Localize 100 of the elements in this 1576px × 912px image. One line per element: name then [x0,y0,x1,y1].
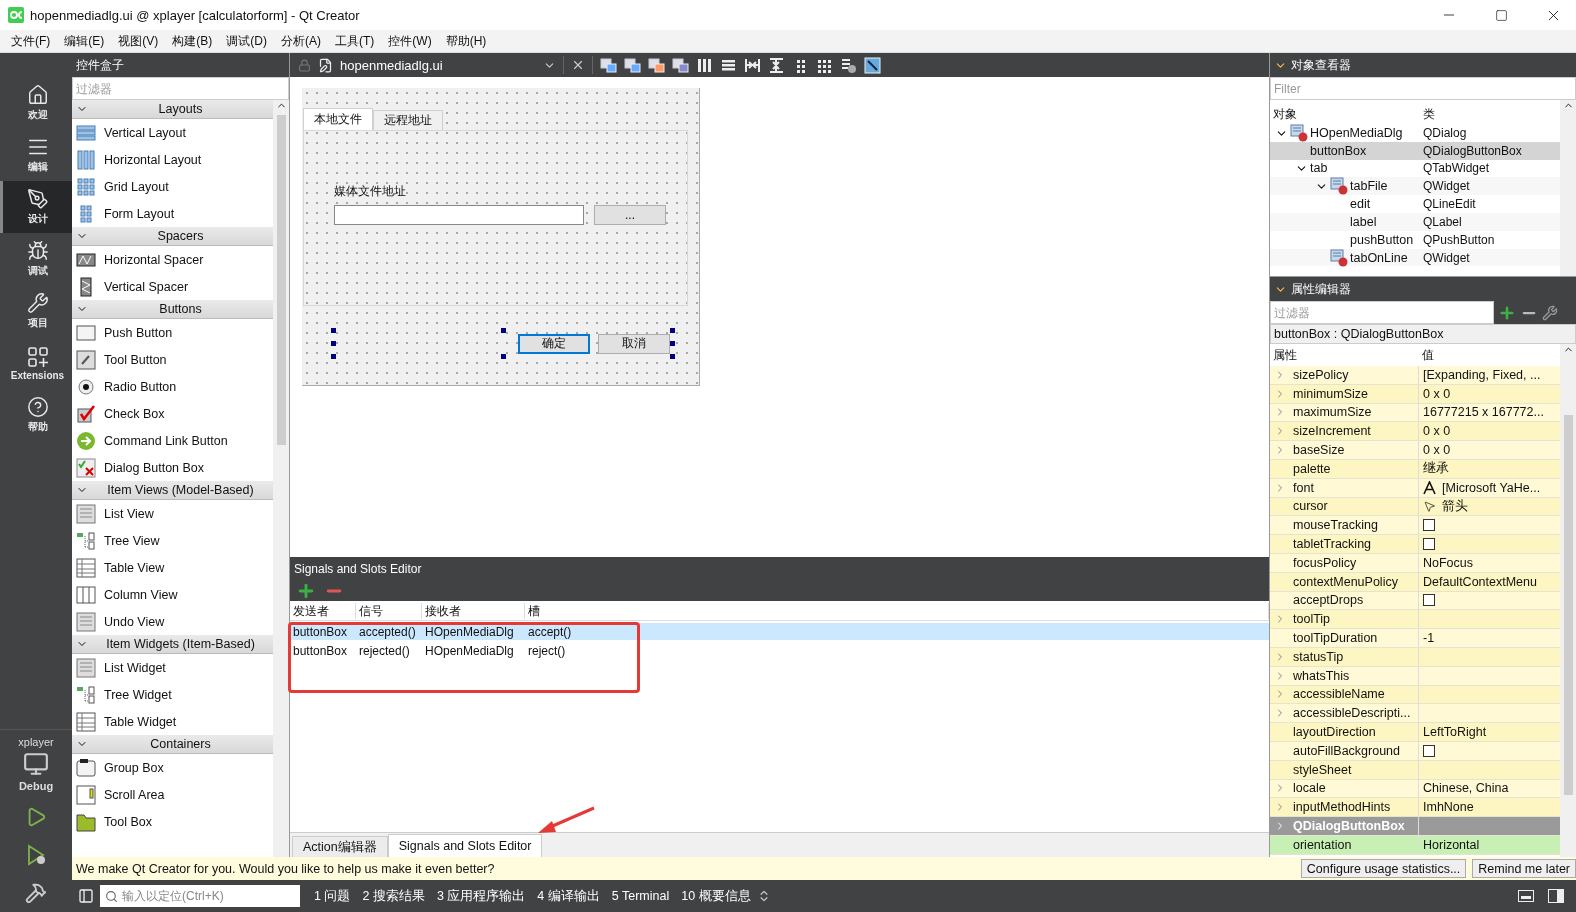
scrollbar[interactable] [1560,344,1576,857]
connection-row[interactable]: buttonBox rejected() HOpenMediaDlg reject() [290,642,1269,659]
path-field[interactable] [334,205,584,225]
column-header[interactable]: 值 [1419,346,1560,364]
selection-handle[interactable] [331,354,336,359]
output-pane-button[interactable]: 3 应用程序输出 [430,887,532,905]
category-header[interactable]: Item Widgets (Item-Based) [72,635,273,654]
mode-tab[interactable]: 编辑 [0,129,72,181]
widget-item[interactable]: Tree Widget [72,681,273,708]
widget-item[interactable]: List Widget [72,654,273,681]
column-header[interactable]: 类 [1420,106,1560,124]
info-button[interactable]: Configure usage statistics... [1300,859,1467,878]
editor-tab[interactable]: Action编辑器 [292,836,388,857]
dialog-button[interactable]: 取消 [598,333,670,354]
widget-item[interactable]: Tool Box [72,808,273,835]
form-tab[interactable]: 远程地址 [373,110,443,130]
scroll-thumb[interactable] [1563,415,1573,795]
mode-tab[interactable]: 设计 [0,181,72,233]
split-horizontal-icon[interactable] [744,56,761,74]
column-header[interactable]: 槽 [525,602,1269,619]
column-header[interactable]: 信号 [356,602,422,619]
column-header[interactable]: 发送者 [290,602,356,619]
split-vertical-icon[interactable] [768,56,785,74]
output-pane-button[interactable]: 2 搜索结果 [356,887,431,905]
menu-item[interactable]: 工具(T) [328,32,382,50]
widget-item[interactable]: Tree View [72,527,273,554]
selection-handle[interactable] [670,328,675,333]
widget-item[interactable]: Vertical Spacer [72,273,273,300]
locator-field[interactable]: 输入以定位(Ctrl+K) [100,885,300,907]
object-row[interactable]: tabFile QWidget [1270,177,1560,196]
selection-handle[interactable] [670,354,675,359]
output-pane-button[interactable]: 5 Terminal [605,889,676,903]
edit-signals-icon[interactable] [624,56,641,74]
selection-handle[interactable] [331,328,336,333]
menu-item[interactable]: 调试(D) [219,32,274,50]
widget-item[interactable]: Check Box [72,400,273,427]
filter-field[interactable]: 过滤器 [72,77,289,100]
checkbox[interactable] [1423,538,1435,551]
selection-handle[interactable] [501,328,506,333]
sidebar-right-icon[interactable] [1548,889,1564,903]
filter-field[interactable]: Filter [1270,77,1576,100]
category-header[interactable]: Layouts [72,100,273,119]
widget-item[interactable]: Dialog Button Box [72,454,273,481]
menu-item[interactable]: 构建(B) [165,32,220,50]
property-row[interactable]: layoutDirection LeftToRight [1270,723,1560,742]
scroll-thumb[interactable] [276,115,286,445]
widget-item[interactable]: Horizontal Spacer [72,246,273,273]
mode-tab[interactable]: 欢迎 [0,77,72,129]
filter-field[interactable]: 过滤器 [1270,301,1494,324]
menu-item[interactable]: 分析(A) [274,32,328,50]
widget-item[interactable]: Form Layout [72,200,273,227]
widget-item[interactable]: Radio Button [72,373,273,400]
widget-item[interactable]: Scroll Area [72,781,273,808]
hammer-icon[interactable] [25,882,47,904]
column-header[interactable]: 对象 [1270,106,1420,124]
column-header[interactable]: 接收者 [422,602,525,619]
break-layout-icon[interactable] [840,56,857,74]
close-icon[interactable] [571,58,585,72]
edit-tab-order-icon[interactable] [672,56,689,74]
property-row[interactable]: accessibleDescripti... [1270,704,1560,724]
category-header[interactable]: Containers [72,735,273,754]
property-row[interactable]: inputMethodHints ImhNone [1270,798,1560,818]
menu-item[interactable]: 帮助(H) [438,32,494,50]
columns-icon[interactable] [696,56,713,74]
property-row[interactable]: sizeIncrement 0 x 0 [1270,422,1560,442]
mode-tab[interactable]: Extensions [0,337,72,389]
property-row[interactable]: toolTip [1270,610,1560,630]
sidebar-toggle-icon[interactable] [78,888,94,904]
widget-item[interactable]: Grid Layout [72,173,273,200]
selection-handle[interactable] [501,354,506,359]
scrollbar[interactable] [1560,100,1576,276]
output-pane-button[interactable]: 4 编译输出 [531,887,606,905]
widget-item[interactable]: Horizontal Layout [72,146,273,173]
property-row[interactable]: mouseTracking [1270,516,1560,536]
checkbox[interactable] [1423,744,1435,757]
widget-item[interactable]: Group Box [72,754,273,781]
category-header[interactable]: Spacers [72,227,273,246]
property-row[interactable]: sizePolicy [Expanding, Fixed, ... [1270,366,1560,385]
menu-item[interactable]: 编辑(E) [57,32,112,50]
widget-item[interactable]: Table View [72,554,273,581]
property-row[interactable]: toolTipDuration -1 [1270,629,1560,648]
property-row[interactable]: tabletTracking [1270,535,1560,554]
adjust-size-icon[interactable] [864,56,881,74]
dialog-button[interactable]: 确定 [518,333,590,354]
category-header[interactable]: Buttons [72,300,273,319]
mode-tab[interactable]: 帮助 [0,389,72,441]
widget-item[interactable]: Push Button [72,319,273,346]
widget-item[interactable]: List View [72,500,273,527]
scrollbar[interactable] [273,100,289,857]
output-pane-button[interactable]: 1 问题 [308,887,357,905]
checkbox[interactable] [1423,519,1435,532]
kit-selector[interactable]: xplayer Debug [0,729,72,798]
browse-button[interactable]: ... [594,205,666,225]
edit-buddies-icon[interactable] [648,56,665,74]
widget-item[interactable]: Column View [72,581,273,608]
widget-item[interactable]: Undo View [72,608,273,635]
connection-row[interactable]: buttonBox accepted() HOpenMediaDlg accept() [290,623,1269,640]
wrench-icon[interactable] [1542,304,1558,321]
add-icon[interactable] [296,581,316,601]
output-pane-button[interactable]: 10 概要信息 [675,887,757,905]
